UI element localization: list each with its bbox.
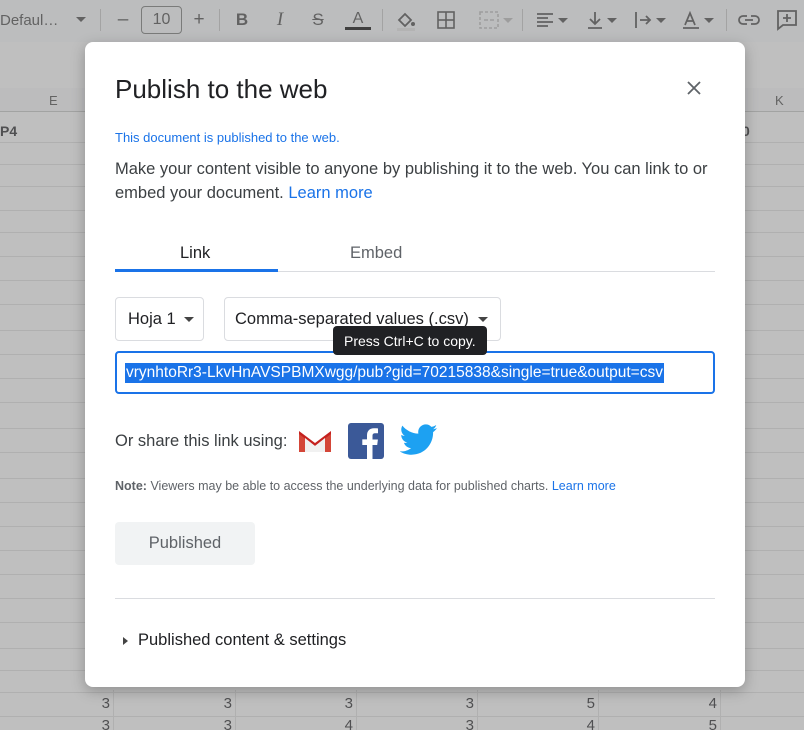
note-body: Viewers may be able to access the underl…	[150, 479, 549, 493]
twitter-icon[interactable]	[399, 423, 438, 461]
section-divider	[115, 598, 715, 599]
tab-link[interactable]: Link	[180, 244, 210, 263]
chevron-down-icon	[478, 317, 488, 322]
sheet-select[interactable]: Hoja 1	[115, 297, 204, 341]
published-settings-expander[interactable]: Published content & settings	[115, 631, 346, 650]
note-label: Note:	[115, 479, 147, 493]
close-icon	[687, 81, 701, 95]
sheet-select-value: Hoja 1	[128, 309, 176, 328]
note-text: Note: Viewers may be able to access the …	[115, 479, 616, 493]
published-settings-label: Published content & settings	[138, 631, 347, 649]
dialog-description: Make your content visible to anyone by p…	[115, 157, 715, 205]
note-learn-more-link[interactable]: Learn more	[552, 479, 616, 493]
tab-bar: Link Embed	[115, 232, 715, 272]
facebook-icon[interactable]	[348, 423, 386, 461]
learn-more-link[interactable]: Learn more	[288, 184, 372, 202]
published-button: Published	[115, 522, 255, 565]
publish-url-field[interactable]: vrynhtoRr3-LkvHnAVSPBMXwgg/pub?gid=70215…	[115, 351, 715, 394]
chevron-right-icon	[123, 636, 128, 645]
tab-embed[interactable]: Embed	[350, 244, 402, 263]
close-button[interactable]	[681, 75, 707, 101]
copy-tooltip: Press Ctrl+C to copy.	[333, 326, 487, 355]
publish-status: This document is published to the web.	[115, 130, 340, 145]
publish-dialog: Publish to the web This document is publ…	[85, 42, 745, 687]
publish-url-value: vrynhtoRr3-LkvHnAVSPBMXwgg/pub?gid=70215…	[125, 363, 664, 383]
chevron-down-icon	[184, 317, 194, 322]
dialog-title: Publish to the web	[115, 74, 328, 104]
active-tab-indicator	[115, 269, 278, 272]
share-label: Or share this link using:	[115, 432, 288, 450]
gmail-icon[interactable]	[296, 422, 334, 460]
description-text: Make your content visible to anyone by p…	[115, 160, 708, 202]
